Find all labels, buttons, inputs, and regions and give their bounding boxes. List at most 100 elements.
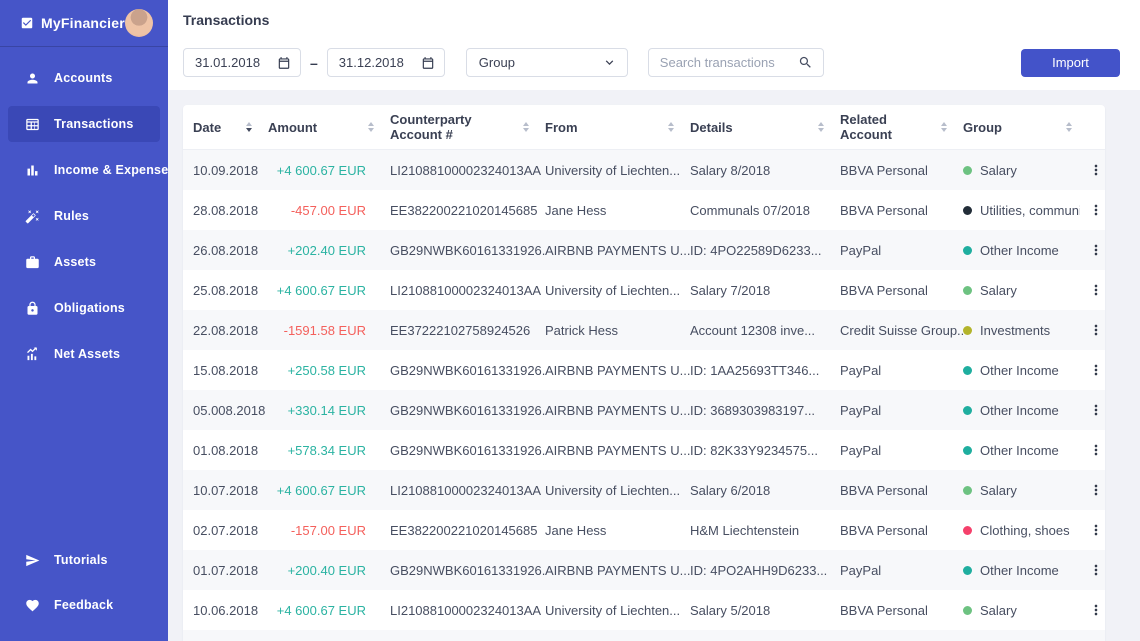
- cell-amount: +4 600.67 EUR: [268, 163, 390, 178]
- search-icon[interactable]: [798, 55, 813, 70]
- search-box[interactable]: [648, 48, 824, 77]
- cell-group: Other Income: [963, 363, 1088, 378]
- row-menu-button[interactable]: [1088, 242, 1105, 258]
- sidebar-item-accounts[interactable]: Accounts: [8, 60, 160, 96]
- table-row: 25.08.2018+4 600.67 EURLI210881000023240…: [183, 270, 1105, 310]
- main-area: Transactions – Group Import DateAm: [168, 0, 1140, 641]
- sort-icon: [1066, 122, 1072, 132]
- sidebar-item-assets[interactable]: Assets: [8, 244, 160, 280]
- sidebar-item-tutorials[interactable]: Tutorials: [8, 542, 160, 578]
- calendar-icon[interactable]: [277, 56, 291, 70]
- row-menu-button[interactable]: [1088, 282, 1105, 298]
- column-header-group[interactable]: Group: [963, 120, 1088, 135]
- group-label: Salary: [980, 483, 1017, 498]
- cell-from: AIRBNB PAYMENTS U...: [545, 563, 690, 578]
- cell-date: 22.08.2018: [193, 323, 268, 338]
- group-label: Salary: [980, 283, 1017, 298]
- group-label: Other Income: [980, 443, 1059, 458]
- sidebar-item-net-assets[interactable]: Net Assets: [8, 336, 160, 372]
- kebab-menu-icon: [1088, 562, 1104, 578]
- import-button[interactable]: Import: [1021, 49, 1120, 77]
- cell-counterparty-account: LI21088100002324013AA: [390, 603, 545, 618]
- cell-related-account: PayPal: [840, 443, 963, 458]
- sidebar-item-label: Transactions: [54, 117, 134, 131]
- cell-details: Salary 8/2018: [690, 163, 840, 178]
- column-header-date[interactable]: Date: [193, 120, 268, 135]
- sidebar-nav: Accounts Transactions Income & Expenses Rul…: [0, 47, 168, 372]
- kebab-menu-icon: [1088, 362, 1104, 378]
- column-header-details[interactable]: Details: [690, 120, 840, 135]
- sidebar-item-label: Rules: [54, 209, 89, 223]
- search-input[interactable]: [660, 55, 792, 70]
- date-from-value[interactable]: [195, 55, 267, 70]
- table-row: 28.08.2018-457.00 EUREE38220022102014568…: [183, 190, 1105, 230]
- cell-amount: +4 600.67 EUR: [268, 283, 390, 298]
- group-label: Salary: [980, 163, 1017, 178]
- cell-details: Salary 5/2018: [690, 603, 840, 618]
- date-from-input[interactable]: [183, 48, 301, 77]
- table-icon: [25, 117, 40, 132]
- group-filter-select[interactable]: Group: [466, 48, 628, 77]
- column-label: Details: [690, 120, 733, 135]
- cell-from: University of Liechten...: [545, 603, 690, 618]
- sidebar-item-feedback[interactable]: Feedback: [8, 587, 160, 623]
- cell-amount: +250.58 EUR: [268, 363, 390, 378]
- column-header-counterparty-account[interactable]: Counterparty Account #: [390, 112, 545, 142]
- row-menu-button[interactable]: [1088, 522, 1105, 538]
- cell-date: 10.06.2018: [193, 603, 268, 618]
- calendar-icon[interactable]: [421, 56, 435, 70]
- column-label: Counterparty Account #: [390, 112, 523, 142]
- cell-details: Salary 6/2018: [690, 483, 840, 498]
- cell-related-account: PayPal: [840, 403, 963, 418]
- cell-amount: +200.40 EUR: [268, 563, 390, 578]
- table-row: 01.07.2018+200.40 EURGB29NWBK60161331926…: [183, 550, 1105, 590]
- kebab-menu-icon: [1088, 402, 1104, 418]
- row-menu-button[interactable]: [1088, 402, 1105, 418]
- group-label: Utilities, communi...: [980, 203, 1080, 218]
- avatar[interactable]: [125, 9, 153, 37]
- kebab-menu-icon: [1088, 442, 1104, 458]
- row-menu-button[interactable]: [1088, 322, 1105, 338]
- cell-counterparty-account: GB29NWBK60161331926...: [390, 563, 545, 578]
- content-area: DateAmountCounterparty Account # FromDeta…: [168, 90, 1140, 641]
- kebab-menu-icon: [1088, 162, 1104, 178]
- row-menu-button[interactable]: [1088, 442, 1105, 458]
- cell-related-account: PayPal: [840, 563, 963, 578]
- cell-counterparty-account: LI21088100002324013AA: [390, 163, 545, 178]
- row-menu-button[interactable]: [1088, 202, 1105, 218]
- cell-counterparty-account: GB29NWBK60161331926...: [390, 443, 545, 458]
- date-to-input[interactable]: [327, 48, 445, 77]
- sidebar-item-label: Tutorials: [54, 553, 108, 567]
- row-menu-button[interactable]: [1088, 162, 1105, 178]
- sidebar-item-income-expenses[interactable]: Income & Expenses: [8, 152, 160, 188]
- group-color-dot: [963, 526, 972, 535]
- sort-icon: [523, 122, 529, 132]
- group-color-dot: [963, 606, 972, 615]
- kebab-menu-icon: [1088, 602, 1104, 618]
- sidebar-item-rules[interactable]: Rules: [8, 198, 160, 234]
- kebab-menu-icon: [1088, 282, 1104, 298]
- column-header-amount[interactable]: Amount: [268, 120, 390, 135]
- cell-date: 05.008.2018: [193, 403, 268, 418]
- row-menu-button[interactable]: [1088, 482, 1105, 498]
- sort-icon: [246, 122, 252, 132]
- row-menu-button[interactable]: [1088, 602, 1105, 618]
- row-menu-button[interactable]: [1088, 562, 1105, 578]
- group-color-dot: [963, 286, 972, 295]
- row-menu-button[interactable]: [1088, 362, 1105, 378]
- cell-date: 10.07.2018: [193, 483, 268, 498]
- column-header-related-account[interactable]: Related Account: [840, 112, 963, 142]
- table-row: 15.08.2018+250.58 EURGB29NWBK60161331926…: [183, 350, 1105, 390]
- cell-from: AIRBNB PAYMENTS U...: [545, 403, 690, 418]
- sidebar-item-obligations[interactable]: Obligations: [8, 290, 160, 326]
- cell-details: H&M Liechtenstein: [690, 523, 840, 538]
- cell-counterparty-account: EE37222102758924526: [390, 323, 545, 338]
- cell-details: ID: 3689303983197...: [690, 403, 840, 418]
- sidebar-item-label: Obligations: [54, 301, 125, 315]
- lock-icon: [25, 301, 40, 316]
- date-to-value[interactable]: [339, 55, 411, 70]
- column-header-from[interactable]: From: [545, 120, 690, 135]
- group-label: Investments: [980, 323, 1050, 338]
- sidebar-item-transactions[interactable]: Transactions: [8, 106, 160, 142]
- cell-from: Jane Hess: [545, 203, 690, 218]
